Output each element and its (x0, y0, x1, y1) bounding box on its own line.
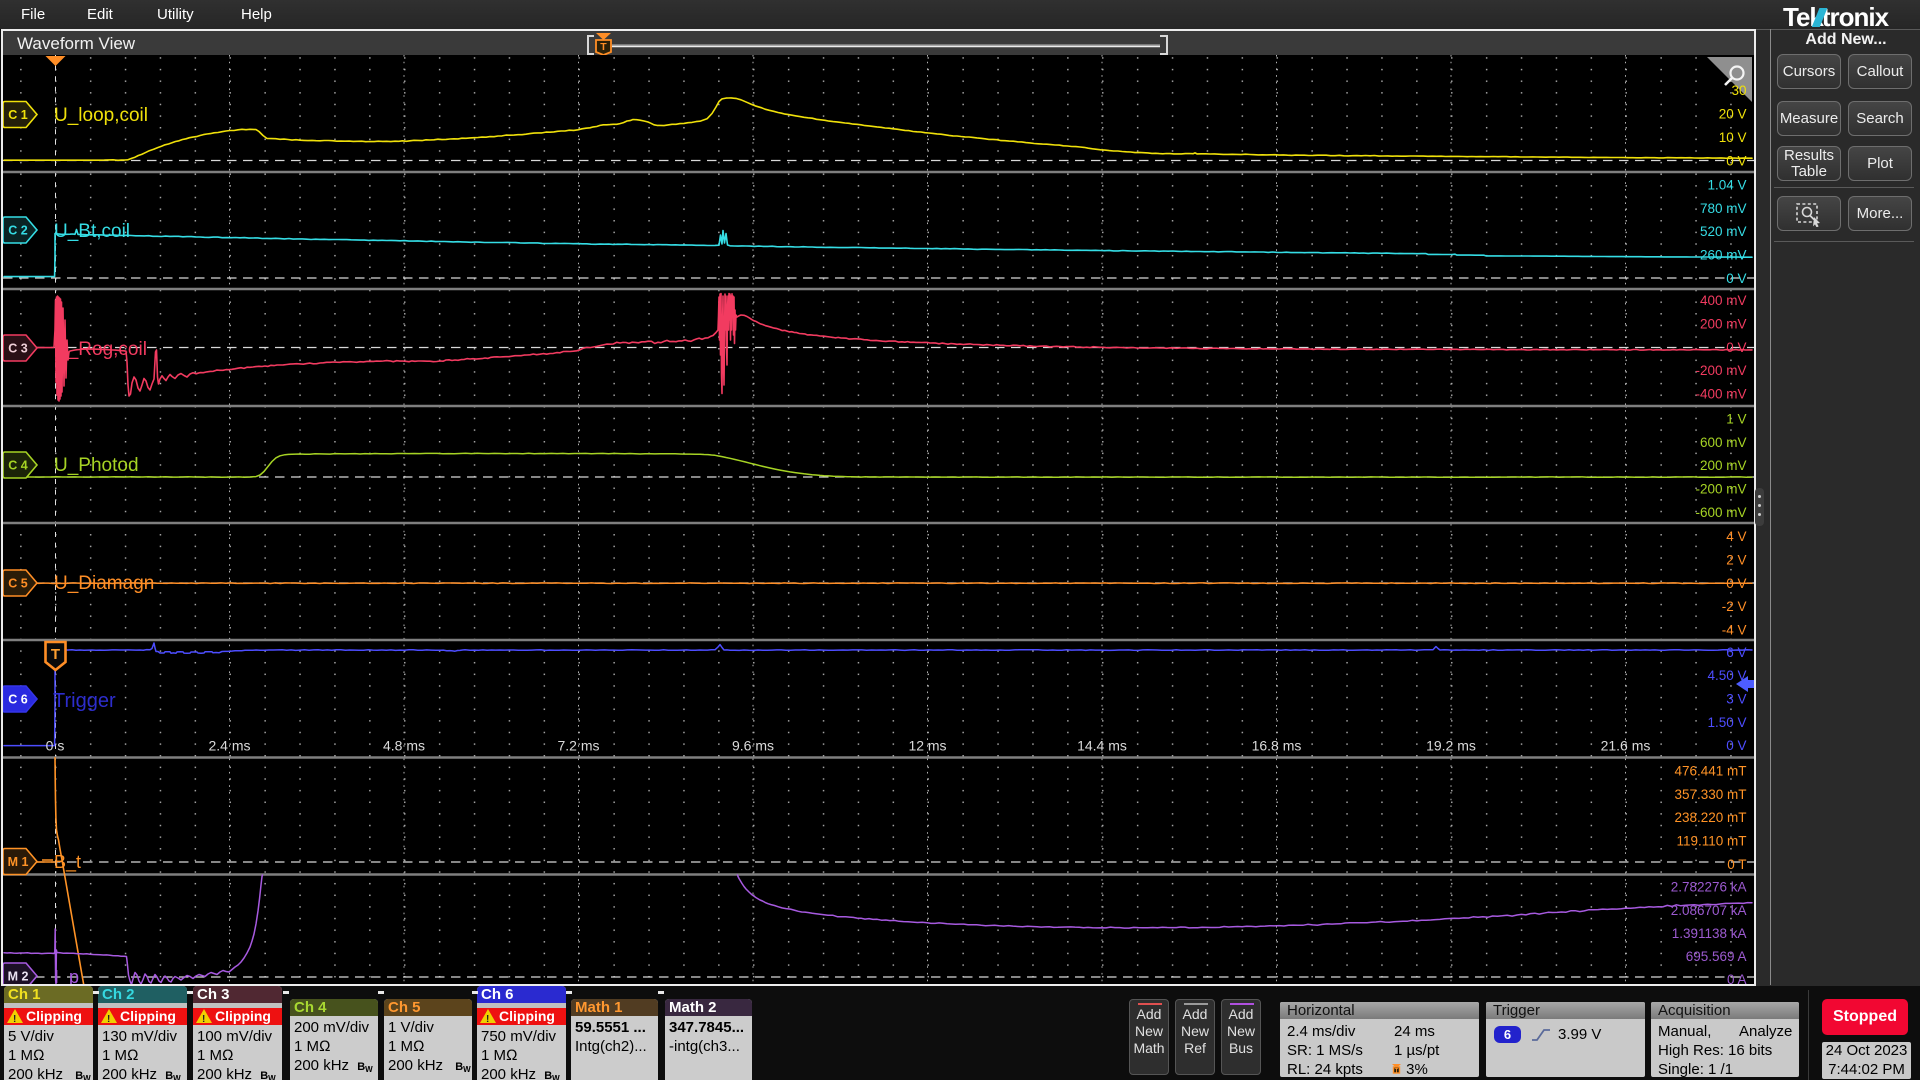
svg-text:520 mV: 520 mV (1700, 224, 1747, 239)
svg-text:0 V: 0 V (1726, 340, 1746, 355)
svg-text:U_loop,coil: U_loop,coil (54, 105, 148, 126)
svg-text:0 T: 0 T (1727, 857, 1746, 872)
svg-text:0 V: 0 V (1726, 576, 1746, 591)
svg-text:-4 V: -4 V (1722, 623, 1747, 638)
svg-text:U_Diamagn: U_Diamagn (54, 573, 154, 594)
svg-text:400 mV: 400 mV (1700, 293, 1747, 308)
svg-text:1.391138 kA: 1.391138 kA (1672, 926, 1747, 941)
svg-text:1.50 V: 1.50 V (1707, 715, 1746, 730)
svg-text:4.8 ms: 4.8 ms (383, 738, 425, 754)
svg-text:238.220 mT: 238.220 mT (1674, 810, 1746, 825)
svg-text:0 V: 0 V (1726, 153, 1746, 168)
svg-text:0 A: 0 A (1727, 972, 1747, 984)
svg-text:14.4 ms: 14.4 ms (1077, 738, 1127, 754)
svg-text:C 2: C 2 (8, 224, 28, 238)
svg-text:-600 mV: -600 mV (1695, 505, 1746, 520)
svg-text:12 ms: 12 ms (908, 738, 946, 754)
svg-text:357.330 mT: 357.330 mT (1674, 787, 1746, 802)
svg-text:Trigger: Trigger (53, 690, 116, 712)
svg-text:6 V: 6 V (1726, 645, 1746, 660)
svg-text:695.569 A: 695.569 A (1686, 949, 1747, 964)
svg-text:B_t: B_t (54, 852, 81, 873)
svg-text:2.086707 kA: 2.086707 kA (1671, 903, 1747, 918)
svg-text:7.2 ms: 7.2 ms (557, 738, 599, 754)
svg-text:600 mV: 600 mV (1700, 435, 1747, 450)
svg-text:2.782276 kA: 2.782276 kA (1671, 880, 1747, 895)
svg-text:200 mV: 200 mV (1700, 458, 1747, 473)
svg-text:16.8 ms: 16.8 ms (1252, 738, 1302, 754)
svg-text:1 V: 1 V (1726, 411, 1746, 426)
svg-text:M 2: M 2 (8, 970, 29, 984)
svg-text:C 1: C 1 (8, 108, 28, 122)
svg-text:200 mV: 200 mV (1700, 317, 1747, 332)
svg-text:M 1: M 1 (8, 855, 29, 869)
svg-text:C 4: C 4 (8, 459, 28, 473)
svg-text:T: T (600, 41, 607, 53)
svg-text:-200 mV: -200 mV (1695, 482, 1746, 497)
svg-text:C 3: C 3 (8, 342, 28, 356)
svg-text:C 6: C 6 (8, 693, 28, 707)
svg-text:C 5: C 5 (8, 577, 28, 591)
svg-text:I_p: I_p (54, 967, 79, 984)
svg-text:9.6 ms: 9.6 ms (732, 738, 774, 754)
svg-text:U_Bt,coil: U_Bt,coil (54, 221, 130, 242)
svg-text:0 V: 0 V (1726, 271, 1746, 286)
svg-text:0 s: 0 s (46, 738, 65, 754)
svg-text:476.441 mT: 476.441 mT (1674, 764, 1746, 779)
svg-text:119.110 mT: 119.110 mT (1676, 834, 1746, 849)
svg-text:19.2 ms: 19.2 ms (1426, 738, 1476, 754)
svg-text:-400 mV: -400 mV (1695, 387, 1746, 402)
svg-text:U_Rog,coil: U_Rog,coil (54, 339, 147, 360)
svg-text:2.4 ms: 2.4 ms (208, 738, 250, 754)
svg-text:780 mV: 780 mV (1700, 201, 1747, 216)
svg-text:260 mV: 260 mV (1700, 247, 1747, 262)
svg-text:4 V: 4 V (1726, 529, 1746, 544)
svg-text:T: T (1395, 1069, 1399, 1075)
svg-text:30: 30 (1731, 83, 1746, 98)
svg-text:20 V: 20 V (1719, 107, 1747, 122)
svg-text:-200 mV: -200 mV (1695, 363, 1746, 378)
svg-text:U_Photod: U_Photod (54, 455, 139, 476)
svg-text:1.04 V: 1.04 V (1707, 177, 1746, 192)
svg-text:-2 V: -2 V (1722, 599, 1747, 614)
svg-text:21.6 ms: 21.6 ms (1601, 738, 1651, 754)
svg-text:2 V: 2 V (1726, 553, 1746, 568)
svg-text:0 V: 0 V (1726, 738, 1746, 753)
svg-text:10 V: 10 V (1719, 130, 1747, 145)
svg-text:T: T (51, 646, 60, 663)
svg-text:3 V: 3 V (1726, 692, 1746, 707)
